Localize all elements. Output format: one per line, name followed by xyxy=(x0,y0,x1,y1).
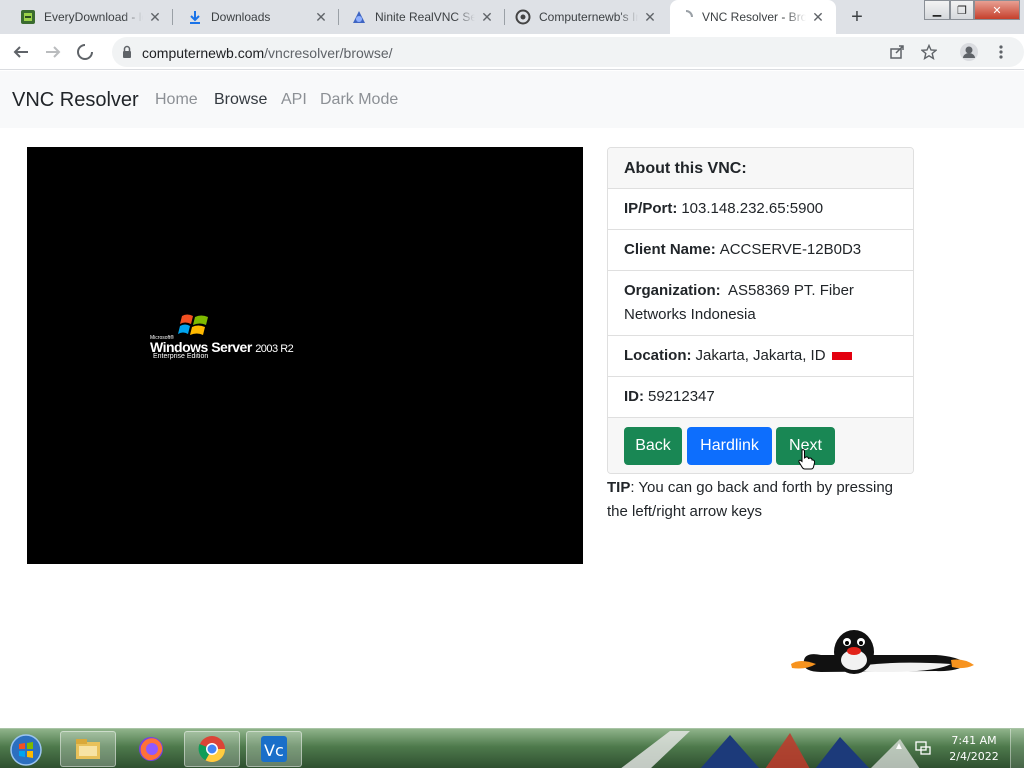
bookmark-star-icon[interactable] xyxy=(918,41,940,63)
windows-server-version: 2003 R2 xyxy=(255,343,294,355)
site-brand[interactable]: VNC Resolver xyxy=(12,89,139,112)
wallpaper-art xyxy=(621,731,920,768)
close-icon[interactable]: ✕ xyxy=(313,9,329,25)
system-clock[interactable]: 7:41 AM 2/4/2022 xyxy=(946,733,1002,765)
share-icon[interactable] xyxy=(886,41,908,63)
windows-server-logo: Microsoft® Windows Server 2003 R2 Enterp… xyxy=(150,310,310,370)
tab-title: Ninite RealVNC Se xyxy=(375,10,475,24)
ip-port-row: IP/Port: 103.148.232.65:5900 xyxy=(608,189,913,230)
close-window-button[interactable]: ✕ xyxy=(974,0,1020,20)
profile-avatar-icon[interactable] xyxy=(958,41,980,63)
card-footer: Back Hardlink Next xyxy=(608,418,913,473)
vnc-viewer-icon: Vc xyxy=(261,736,287,762)
taskbar-firefox[interactable] xyxy=(123,731,179,767)
tip-body: : You can go back and forth by pressing … xyxy=(607,479,894,520)
id-value: 59212347 xyxy=(648,388,715,405)
explorer-icon xyxy=(76,739,100,759)
tab-title: Computernewb's In xyxy=(539,10,638,24)
restore-button[interactable]: ❐ xyxy=(950,0,974,20)
tip-text: TIP: You can go back and forth by pressi… xyxy=(607,476,917,524)
back-arrow-icon[interactable] xyxy=(10,41,32,63)
url-host: computernewb.com xyxy=(142,45,265,61)
nav-api[interactable]: API xyxy=(281,91,307,109)
firefox-icon xyxy=(139,737,163,761)
tab-vnc-resolver[interactable]: VNC Resolver - Bro ✕ xyxy=(670,0,836,34)
back-button[interactable]: Back xyxy=(624,427,682,465)
windows-taskbar: Vc ▲ 7:41 AM 2/4/2022 xyxy=(0,728,1024,768)
taskbar-vnc-viewer[interactable]: Vc xyxy=(246,731,302,767)
client-name-value: ACCSERVE-12B0D3 xyxy=(719,241,862,258)
location-label: Location: xyxy=(624,347,692,364)
windows-flag-icon xyxy=(178,314,208,335)
browser-toolbar: computernewb.com/vncresolver/browse/ xyxy=(0,34,1024,70)
svg-text:Vc: Vc xyxy=(264,741,284,760)
tab-computernewb[interactable]: Computernewb's In ✕ xyxy=(505,0,668,34)
indonesia-flag-icon xyxy=(831,352,852,360)
url-text: computernewb.com/vncresolver/browse/ xyxy=(142,45,393,61)
show-desktop-button[interactable] xyxy=(1010,729,1024,768)
tab-ninite[interactable]: Ninite RealVNC Se ✕ xyxy=(339,0,505,34)
close-icon[interactable]: ✕ xyxy=(479,9,495,25)
vnc-info-card: About this VNC: IP/Port: 103.148.232.65:… xyxy=(607,147,914,474)
taskbar-chrome[interactable] xyxy=(184,731,240,767)
id-row: ID: 59212347 xyxy=(608,377,913,418)
nav-home[interactable]: Home xyxy=(155,91,198,109)
computernewb-favicon xyxy=(515,9,531,25)
forward-arrow-icon[interactable] xyxy=(42,41,64,63)
organization-label: Organization: xyxy=(624,282,721,299)
organization-row: Organization: AS58369 PT. Fiber Networks… xyxy=(608,271,913,336)
menu-dots-icon[interactable] xyxy=(990,41,1012,63)
tab-downloads[interactable]: Downloads ✕ xyxy=(173,0,339,34)
location-row: Location: Jakarta, Jakarta, ID xyxy=(608,336,913,377)
url-path: /vncresolver/browse/ xyxy=(264,45,393,61)
stop-loading-icon[interactable] xyxy=(74,41,96,63)
download-icon xyxy=(187,9,203,25)
tip-label: TIP xyxy=(607,479,631,496)
tab-title: EveryDownload - lo xyxy=(44,10,143,24)
chrome-icon xyxy=(198,736,226,763)
browser-tab-strip: EveryDownload - lo ✕ Downloads ✕ Ninite … xyxy=(0,0,1024,34)
ninite-favicon xyxy=(351,9,367,25)
site-navbar: VNC Resolver Home Browse API Dark Mode xyxy=(0,71,1024,128)
location-value: Jakarta, Jakarta, ID xyxy=(695,347,826,364)
lock-icon[interactable] xyxy=(120,45,134,59)
nav-dark-mode[interactable]: Dark Mode xyxy=(320,91,398,109)
hand-cursor-icon xyxy=(798,449,816,470)
tab-title: VNC Resolver - Bro xyxy=(702,10,806,24)
pingu-mascot-image xyxy=(791,630,974,674)
clock-time: 7:41 AM xyxy=(951,734,997,747)
clock-date: 2/4/2022 xyxy=(949,750,999,763)
id-label: ID: xyxy=(624,388,644,405)
new-tab-button[interactable]: + xyxy=(846,6,868,28)
tab-title: Downloads xyxy=(211,10,271,24)
close-icon[interactable]: ✕ xyxy=(810,9,826,25)
minimize-button[interactable]: ▁ xyxy=(924,0,950,20)
network-icon[interactable] xyxy=(914,739,932,757)
loading-spinner-icon xyxy=(678,9,694,25)
everydownload-favicon xyxy=(20,9,36,25)
tab-everydownload[interactable]: EveryDownload - lo ✕ xyxy=(0,0,173,34)
client-name-row: Client Name: ACCSERVE-12B0D3 xyxy=(608,230,913,271)
close-icon[interactable]: ✕ xyxy=(147,9,163,25)
tray-overflow-icon[interactable]: ▲ xyxy=(894,741,904,752)
start-button[interactable] xyxy=(4,731,44,767)
close-icon[interactable]: ✕ xyxy=(642,9,658,25)
ip-port-value: 103.148.232.65:5900 xyxy=(681,200,824,217)
taskbar-explorer[interactable] xyxy=(60,731,116,767)
ip-port-label: IP/Port: xyxy=(624,200,678,217)
nav-browse[interactable]: Browse xyxy=(214,91,267,109)
windows-server-edition: Enterprise Edition xyxy=(153,353,209,360)
client-name-label: Client Name: xyxy=(624,241,716,258)
hardlink-button[interactable]: Hardlink xyxy=(687,427,772,465)
card-header: About this VNC: xyxy=(608,148,913,189)
